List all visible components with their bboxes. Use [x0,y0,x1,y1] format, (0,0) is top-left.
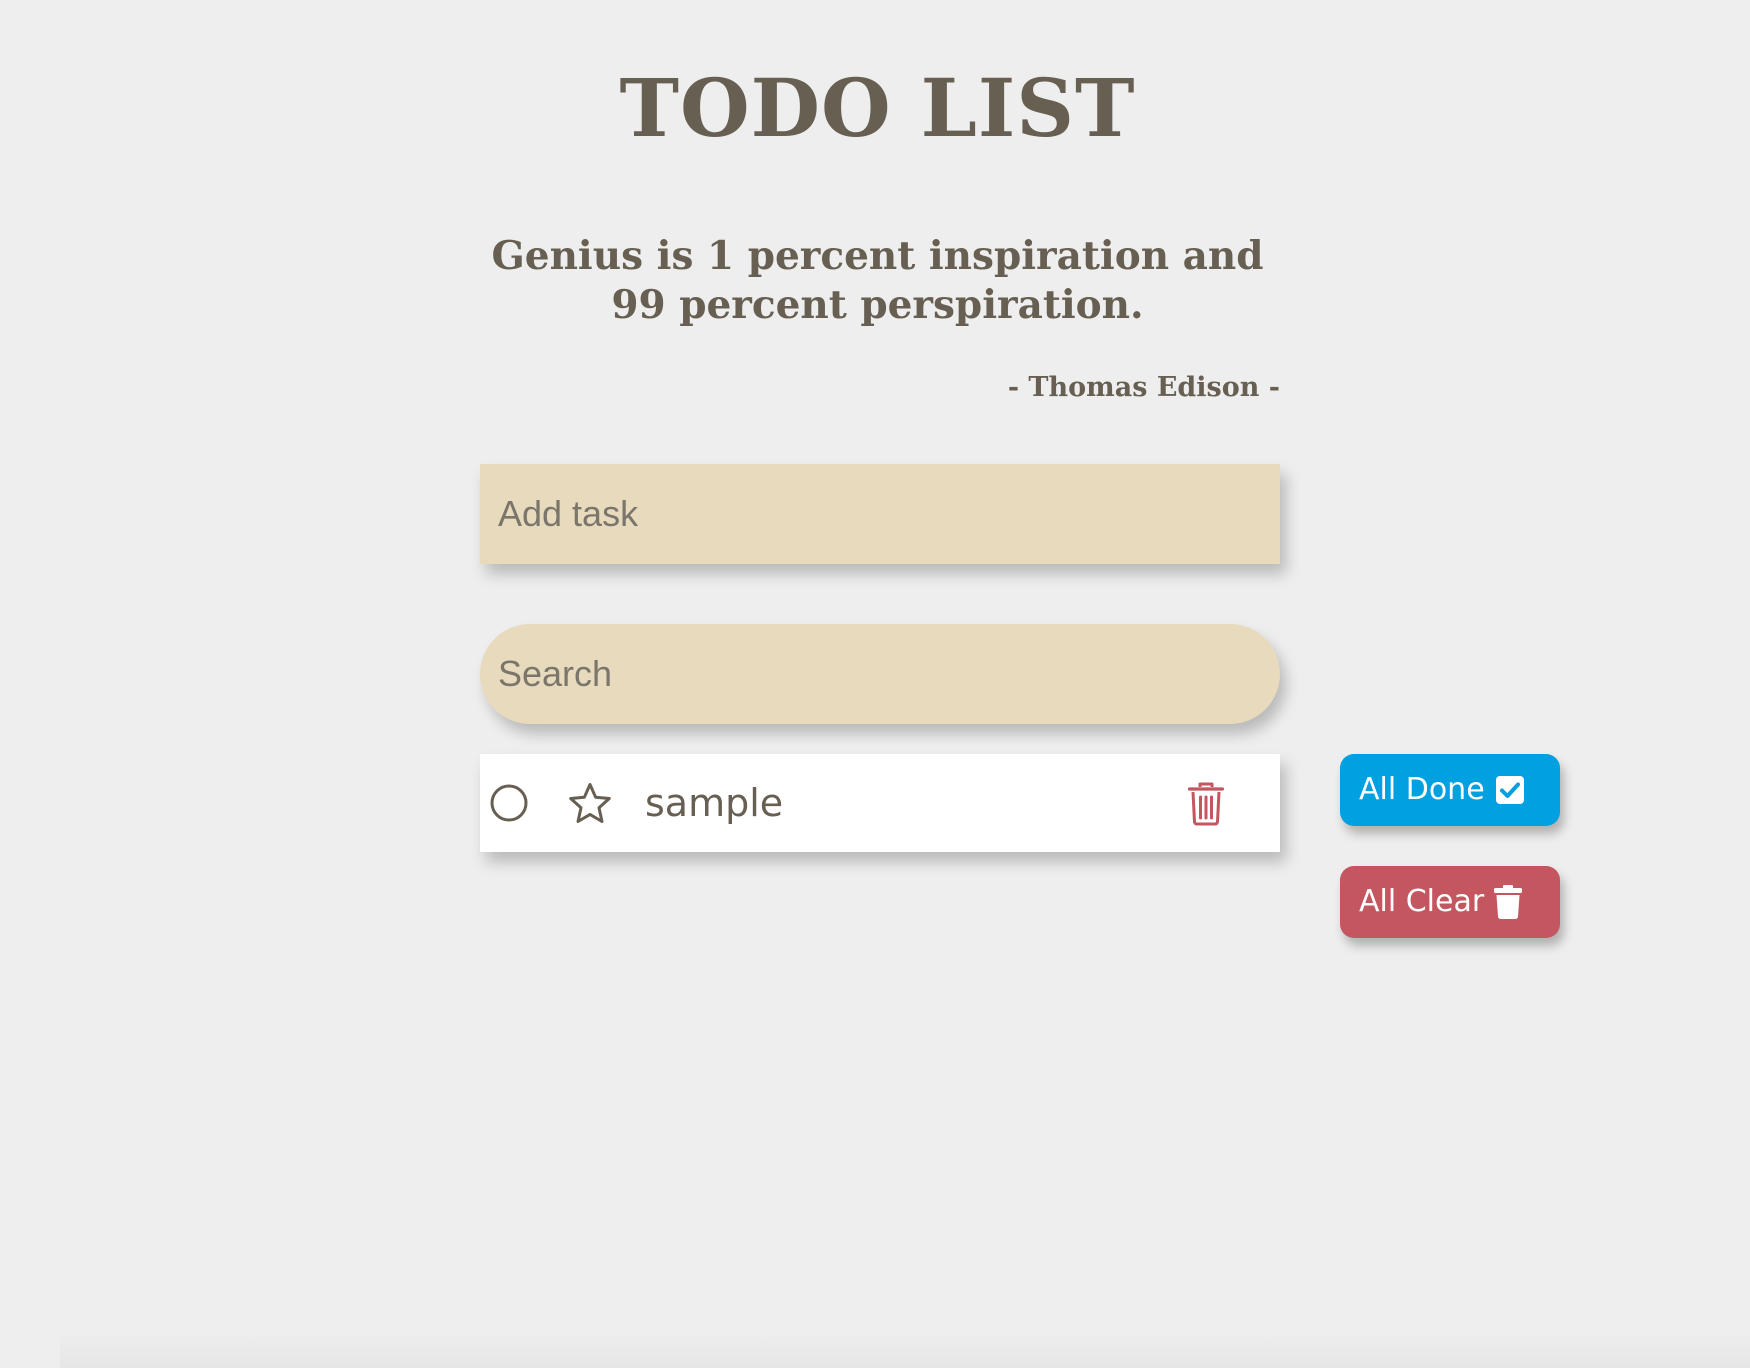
search-input[interactable] [480,624,1280,724]
task-text: sample [645,781,784,825]
all-done-button[interactable]: All Done [1340,754,1560,826]
quote-author: - Thomas Edison - [1007,372,1280,403]
task-item: sample [480,754,1280,852]
star-outline-icon[interactable] [568,782,612,824]
trash-outline-icon[interactable] [1188,782,1224,826]
trash-filled-icon [1494,885,1523,919]
add-task-input[interactable] [480,464,1280,564]
all-clear-button[interactable]: All Clear [1340,866,1560,938]
add-task-field [480,464,1280,564]
search-field [480,624,1280,724]
quote-text: Genius is 1 percent inspiration and 99 p… [491,233,1264,328]
bottom-shade [60,1332,1750,1368]
all-done-label: All Done [1359,772,1485,807]
all-clear-label: All Clear [1359,884,1485,919]
page-title: TODO LIST [619,61,1136,155]
checkbox-checked-icon [1495,776,1524,804]
circle-outline-icon[interactable] [490,784,528,822]
page: TODO LIST Genius is 1 percent inspiratio… [0,0,1750,1368]
